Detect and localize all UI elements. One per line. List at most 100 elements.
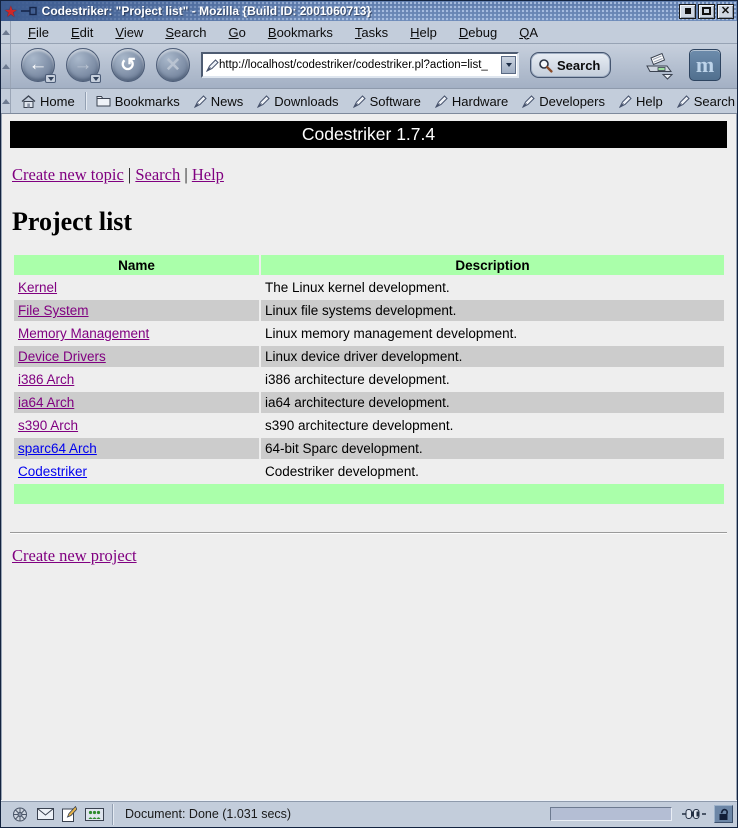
project-link[interactable]: sparc64 Arch: [18, 441, 97, 456]
menu-tasks[interactable]: Tasks: [344, 25, 399, 40]
url-bar[interactable]: [201, 52, 519, 78]
forward-button[interactable]: →: [66, 48, 100, 82]
project-name-cell: sparc64 Arch: [14, 438, 259, 459]
project-link[interactable]: Kernel: [18, 280, 57, 295]
personal-toolbar-grippy[interactable]: [1, 89, 11, 113]
project-link[interactable]: Memory Management: [18, 326, 149, 341]
nav-link-search[interactable]: Search: [135, 165, 180, 184]
url-input[interactable]: [219, 55, 501, 75]
table-footer-row: [14, 484, 724, 504]
menu-search[interactable]: Search: [154, 25, 217, 40]
search-icon: [538, 58, 553, 73]
personal-toolbar-item-label: News: [211, 94, 244, 109]
open-lock-icon: [718, 808, 730, 821]
personal-toolbar-item-label: Search: [694, 94, 735, 109]
project-link[interactable]: i386 Arch: [18, 372, 74, 387]
app-banner: Codestriker 1.7.4: [10, 121, 727, 148]
menu-go[interactable]: Go: [218, 25, 257, 40]
online-plug-icon[interactable]: [682, 808, 706, 820]
personal-toolbar-item-label: Help: [636, 94, 663, 109]
project-link[interactable]: File System: [18, 303, 89, 318]
table-row: i386 Archi386 architecture development.: [14, 369, 724, 390]
project-description: 64-bit Sparc development.: [261, 438, 724, 459]
personal-toolbar-items: Home Bookmarks News Downloads Software Hardwa…: [11, 89, 738, 113]
personal-toolbar-item-help[interactable]: Help: [613, 92, 669, 111]
personal-toolbar-item-search[interactable]: Search: [671, 92, 738, 111]
table-row: Codestriker Codestriker development.: [14, 461, 724, 482]
footer-link-container: Create new project: [12, 546, 736, 566]
status-text: Document: Done (1.031 secs): [113, 807, 550, 821]
component-bar: [5, 804, 113, 825]
back-dropdown-icon[interactable]: [45, 74, 56, 83]
address-book-icon[interactable]: [85, 808, 104, 821]
close-button[interactable]: ✕: [717, 4, 734, 19]
personal-toolbar-item-label: Software: [370, 94, 421, 109]
menu-qa[interactable]: QA: [508, 25, 549, 40]
project-name-cell: File System: [14, 300, 259, 321]
menu-items: FileEditViewSearchGoBookmarksTasksHelpDe…: [11, 21, 549, 43]
project-name-cell: Codestriker: [14, 461, 259, 482]
personal-toolbar-item-label: Hardware: [452, 94, 508, 109]
minimize-button[interactable]: [679, 4, 696, 19]
create-new-project-link[interactable]: Create new project: [12, 546, 137, 565]
menu-file[interactable]: File: [17, 25, 60, 40]
mozilla-logo[interactable]: m: [689, 49, 721, 81]
reload-button[interactable]: ↺: [111, 48, 145, 82]
search-button-label: Search: [557, 58, 600, 73]
personal-toolbar-item-downloads[interactable]: Downloads: [251, 92, 344, 111]
mail-icon[interactable]: [37, 808, 54, 820]
pin-icon: [21, 6, 37, 16]
menu-bookmarks[interactable]: Bookmarks: [257, 25, 344, 40]
navigator-icon[interactable]: [11, 806, 29, 823]
personal-toolbar-item-software[interactable]: Software: [347, 92, 427, 111]
project-link[interactable]: s390 Arch: [18, 418, 78, 433]
composer-icon[interactable]: [62, 806, 77, 822]
toolbar-grippy[interactable]: [1, 44, 11, 88]
project-description: Codestriker development.: [261, 461, 724, 482]
back-button[interactable]: ←: [21, 48, 55, 82]
project-link[interactable]: ia64 Arch: [18, 395, 74, 410]
project-link[interactable]: Codestriker: [18, 464, 87, 479]
menubar-grippy[interactable]: [1, 21, 11, 43]
security-lock-button[interactable]: [714, 805, 733, 823]
personal-toolbar-item-developers[interactable]: Developers: [516, 92, 611, 111]
printer-icon: [643, 49, 675, 81]
table-header-row: NameDescription: [14, 255, 724, 275]
maximize-button[interactable]: [698, 4, 715, 19]
project-description: ia64 architecture development.: [261, 392, 724, 413]
personal-toolbar-item-news[interactable]: News: [188, 92, 250, 111]
toolbar-separator: [85, 92, 86, 110]
window-menu-star-icon[interactable]: ★: [5, 5, 17, 18]
nav-link-help[interactable]: Help: [192, 165, 224, 184]
personal-toolbar-item-hardware[interactable]: Hardware: [429, 92, 514, 111]
menu-help[interactable]: Help: [399, 25, 448, 40]
menu-debug[interactable]: Debug: [448, 25, 508, 40]
table-footer-cell: [14, 484, 724, 504]
column-header-description: Description: [261, 255, 724, 275]
minimize-icon: [685, 8, 691, 14]
table-row: KernelThe Linux kernel development.: [14, 277, 724, 298]
quill-icon: [353, 95, 366, 108]
horizontal-rule: [10, 532, 727, 534]
project-link[interactable]: Device Drivers: [18, 349, 106, 364]
personal-toolbar-item-bookmarks[interactable]: Bookmarks: [90, 92, 186, 111]
print-button[interactable]: [643, 49, 675, 81]
search-button[interactable]: Search: [530, 52, 611, 78]
project-name-cell: Kernel: [14, 277, 259, 298]
table-row: s390 Archs390 architecture development.: [14, 415, 724, 436]
url-dropdown-button[interactable]: [501, 56, 516, 74]
quill-icon: [435, 95, 448, 108]
forward-dropdown-icon[interactable]: [90, 74, 101, 83]
stop-button[interactable]: ✕: [156, 48, 190, 82]
menu-edit[interactable]: Edit: [60, 25, 104, 40]
home-icon: [21, 95, 36, 108]
title-bar[interactable]: ★ Codestriker: "Project list" - Mozilla …: [1, 1, 737, 21]
page-title: Project list: [12, 207, 736, 237]
menu-view[interactable]: View: [104, 25, 154, 40]
project-description: Linux memory management development.: [261, 323, 724, 344]
personal-toolbar-item-label: Developers: [539, 94, 605, 109]
column-header-name: Name: [14, 255, 259, 275]
page-nav-links: Create new topic | Search | Help: [12, 165, 736, 185]
nav-link-create-new-topic[interactable]: Create new topic: [12, 165, 124, 184]
personal-toolbar-item-home[interactable]: Home: [15, 92, 81, 111]
